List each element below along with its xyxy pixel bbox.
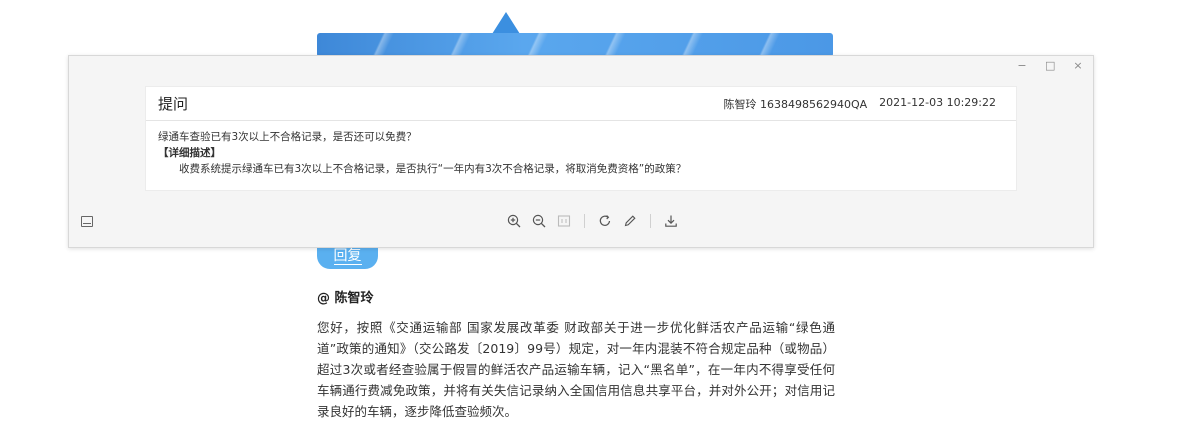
close-button[interactable]: × — [1073, 59, 1083, 72]
question-card: 提问 陈智玲 1638498562940QA 2021-12-03 10:29:… — [145, 86, 1017, 191]
question-id: 1638498562940QA — [760, 97, 868, 111]
question-meta: 陈智玲 1638498562940QA 2021-12-03 10:29:22 — [724, 96, 997, 112]
toolbar-divider — [650, 214, 651, 228]
question-text: 绿通车查验已有3次以上不合格记录，是否还可以免费？ — [158, 131, 417, 143]
author-name: 陈智玲 — [723, 97, 757, 111]
zoom-in-icon[interactable] — [506, 213, 522, 229]
window-controls: − □ × — [1017, 59, 1083, 72]
maximize-button[interactable]: □ — [1045, 59, 1055, 72]
card-title: 提问 — [158, 95, 189, 113]
question-datetime: 2021-12-03 10:29:22 — [879, 95, 996, 109]
detail-text: 收费系统提示绿通车已有3次以上不合格记录，是否执行“一年内有3次不合格记录，将取… — [179, 163, 687, 175]
annotate-pen-icon[interactable] — [622, 213, 638, 229]
fit-page-icon[interactable] — [556, 213, 572, 229]
rotate-icon[interactable] — [597, 213, 613, 229]
banner-pointer — [492, 12, 520, 34]
detail-label: 【详细描述】 — [158, 147, 221, 159]
page-banner — [317, 33, 833, 57]
reply-body-text: 您好，按照《交通运输部 国家发展改革委 财政部关于进一步优化鲜活农产品运输“绿色… — [317, 320, 835, 419]
question-card-body: 绿通车查验已有3次以上不合格记录，是否还可以免费？ 【详细描述】 收费系统提示绿… — [146, 121, 1016, 177]
zoom-out-icon[interactable] — [531, 213, 547, 229]
reply-tag-label: 回复 — [333, 247, 362, 265]
minimize-button[interactable]: − — [1017, 59, 1027, 72]
sidebar-toggle-icon[interactable] — [81, 216, 93, 227]
viewer-toolbar — [506, 213, 679, 229]
download-icon[interactable] — [663, 213, 679, 229]
reply-recipient: @ 陈智玲 — [317, 291, 374, 306]
document-viewer: − □ × 提问 陈智玲 1638498562940QA 2021-12-03 … — [68, 55, 1094, 248]
question-card-header: 提问 陈智玲 1638498562940QA 2021-12-03 10:29:… — [146, 87, 1016, 121]
toolbar-divider — [584, 214, 585, 228]
